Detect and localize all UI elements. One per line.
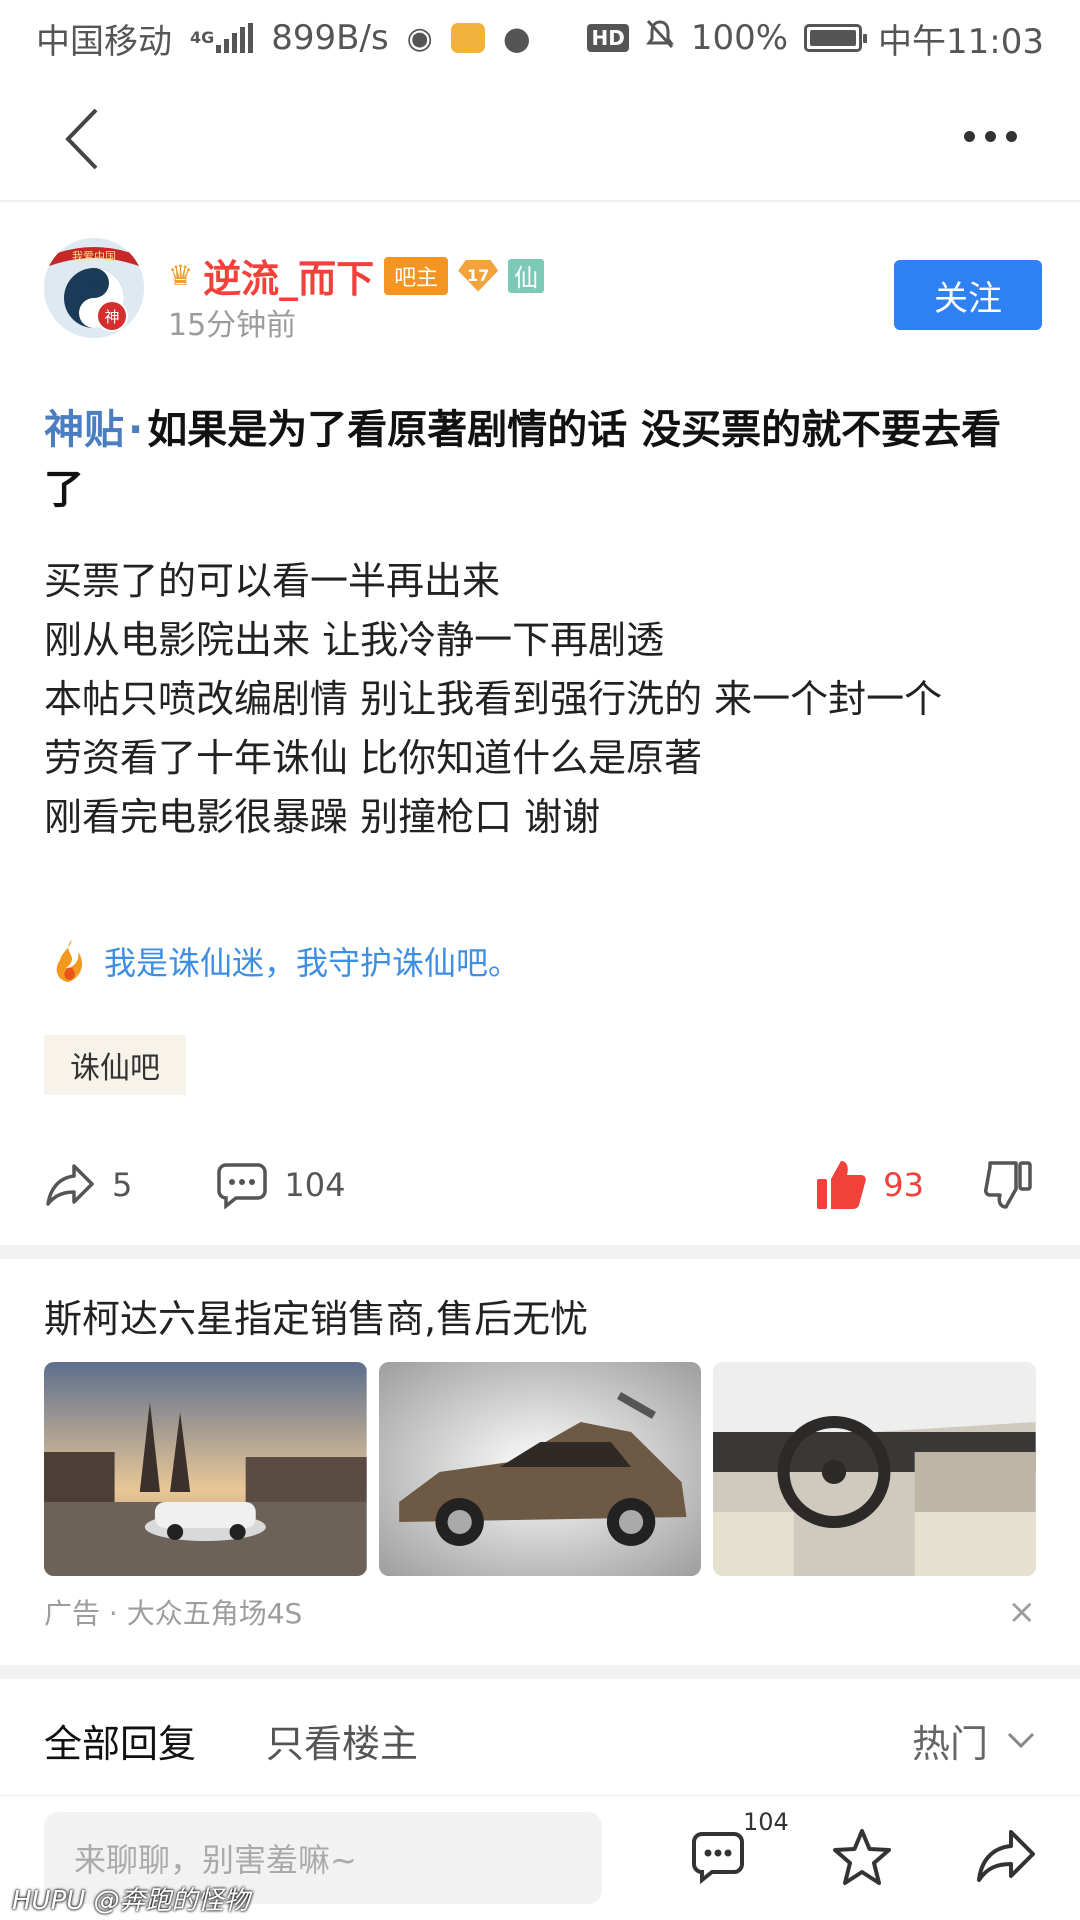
network-speed: 899B/s [271,18,389,58]
battery-icon [804,24,868,52]
post-line: 买票了的可以看一半再出来 [44,559,501,603]
follow-button[interactable]: 关注 [894,260,1042,330]
message-icon: ● [502,19,531,57]
god-post-tag: 神贴 [44,407,124,453]
nav-bar [0,76,1080,202]
comments-button[interactable] [690,1828,746,1888]
post-time: 15分钟前 [168,308,297,343]
like-button[interactable]: 93 [815,1159,924,1211]
ad-close-button[interactable]: × [1008,1592,1037,1632]
comment-icon [692,1832,744,1885]
ad-title[interactable]: 斯柯达六星指定销售商,售后无忧 [44,1288,588,1343]
ad-image-interior[interactable] [713,1362,1037,1576]
post-title-text: 如果是为了看原著剧情的话 没买票的就不要去看了 [44,407,1002,513]
share-count: 5 [112,1166,133,1204]
status-bar: 中国移动 4G 899B/s ◉ ● HD 100% 中午11:03 [0,0,1080,76]
share-button[interactable]: 5 [44,1162,132,1208]
carrier-label: 中国移动 [36,21,172,62]
tab-owner-only[interactable]: 只看楼主 [266,1713,418,1768]
section-divider [0,1665,1080,1679]
more-dot-icon [1005,130,1017,142]
flame-icon [56,940,83,982]
comment-icon [217,1163,268,1209]
back-button[interactable] [56,104,116,174]
forum-tag[interactable]: 诛仙吧 [44,1035,186,1095]
share-button[interactable] [975,1828,1037,1888]
share-icon [977,1830,1035,1882]
avatar[interactable]: 我爱中国 神 [44,238,144,338]
svg-text:神: 神 [104,308,119,326]
ad-footer: 广告 · 大众五角场4S [44,1597,303,1630]
forum-signature-link[interactable]: 我是诛仙迷，我守护诛仙吧。 [52,938,520,984]
comment-button[interactable]: 104 [216,1161,345,1209]
sort-dropdown[interactable]: 热门 [912,1713,1036,1768]
owner-badge: 吧主 [384,256,449,295]
favorite-button[interactable] [832,1828,892,1890]
ad-image-car-side[interactable] [378,1362,702,1576]
wechat-icon: ◉ [406,20,433,56]
post-body: 买票了的可以看一半再出来 刚从电影院出来 让我冷静一下再剧透 本帖只喷改编剧情 … [44,552,1034,847]
signal-icon: 4G [190,23,254,53]
level-badge: 17 [458,259,499,292]
hd-icon: HD [587,24,629,52]
crown-icon: ♛ [168,259,194,292]
comment-count: 104 [284,1166,346,1204]
chevron-left-icon [65,108,98,170]
tag-separator: · [128,407,144,453]
share-icon [46,1164,94,1206]
post-title: 神贴 · 如果是为了看原著剧情的话 没买票的就不要去看了 [44,400,1034,520]
battery-percent: 100% [690,18,789,58]
more-dot-icon [984,130,996,142]
svg-text:我爱中国: 我爱中国 [72,250,116,263]
app-notification-icon [450,23,485,53]
star-icon [833,1829,891,1885]
more-dot-icon [963,130,975,142]
reply-tabs: 全部回复 只看楼主 热门 [44,1710,1036,1770]
post-line: 刚从电影院出来 让我冷静一下再剧透 [44,618,665,662]
ad-image-city-car[interactable] [44,1362,367,1576]
thumbs-down-icon [984,1161,1032,1209]
more-options-button[interactable] [950,116,1030,156]
like-count: 93 [883,1166,924,1204]
xian-badge: 仙 [508,258,545,293]
watermark: HUPU @奔跑的怪物 [12,1886,250,1916]
post-line: 刚看完电影很暴躁 别撞枪口 谢谢 [44,795,601,839]
clock: 中午11:03 [878,21,1044,62]
tab-all-replies[interactable]: 全部回复 [44,1713,196,1768]
author-name[interactable]: 逆流_而下 [203,248,374,303]
signature-text: 我是诛仙迷，我守护诛仙吧。 [104,944,521,982]
post-line: 劳资看了十年诛仙 比你知道什么是原著 [44,736,703,780]
ad-image-strip [44,1362,1037,1576]
yin-yang-avatar-icon: 我爱中国 神 [44,238,144,338]
comment-badge: 104 [743,1808,789,1836]
mute-icon [645,18,675,59]
section-divider [0,1245,1080,1259]
chevron-down-icon [1007,1732,1035,1749]
sort-label: 热门 [911,1721,988,1766]
post-line: 本帖只喷改编剧情 别让我看到强行洗的 来一个封一个 [44,677,943,721]
author-row: 我爱中国 神 ♛ 逆流_而下 吧主 17 仙 15分钟前 关注 [44,238,1044,343]
thumbs-up-icon [817,1161,867,1209]
dislike-button[interactable] [984,1159,1034,1211]
post-action-bar: 5 104 93 [44,1150,1034,1220]
